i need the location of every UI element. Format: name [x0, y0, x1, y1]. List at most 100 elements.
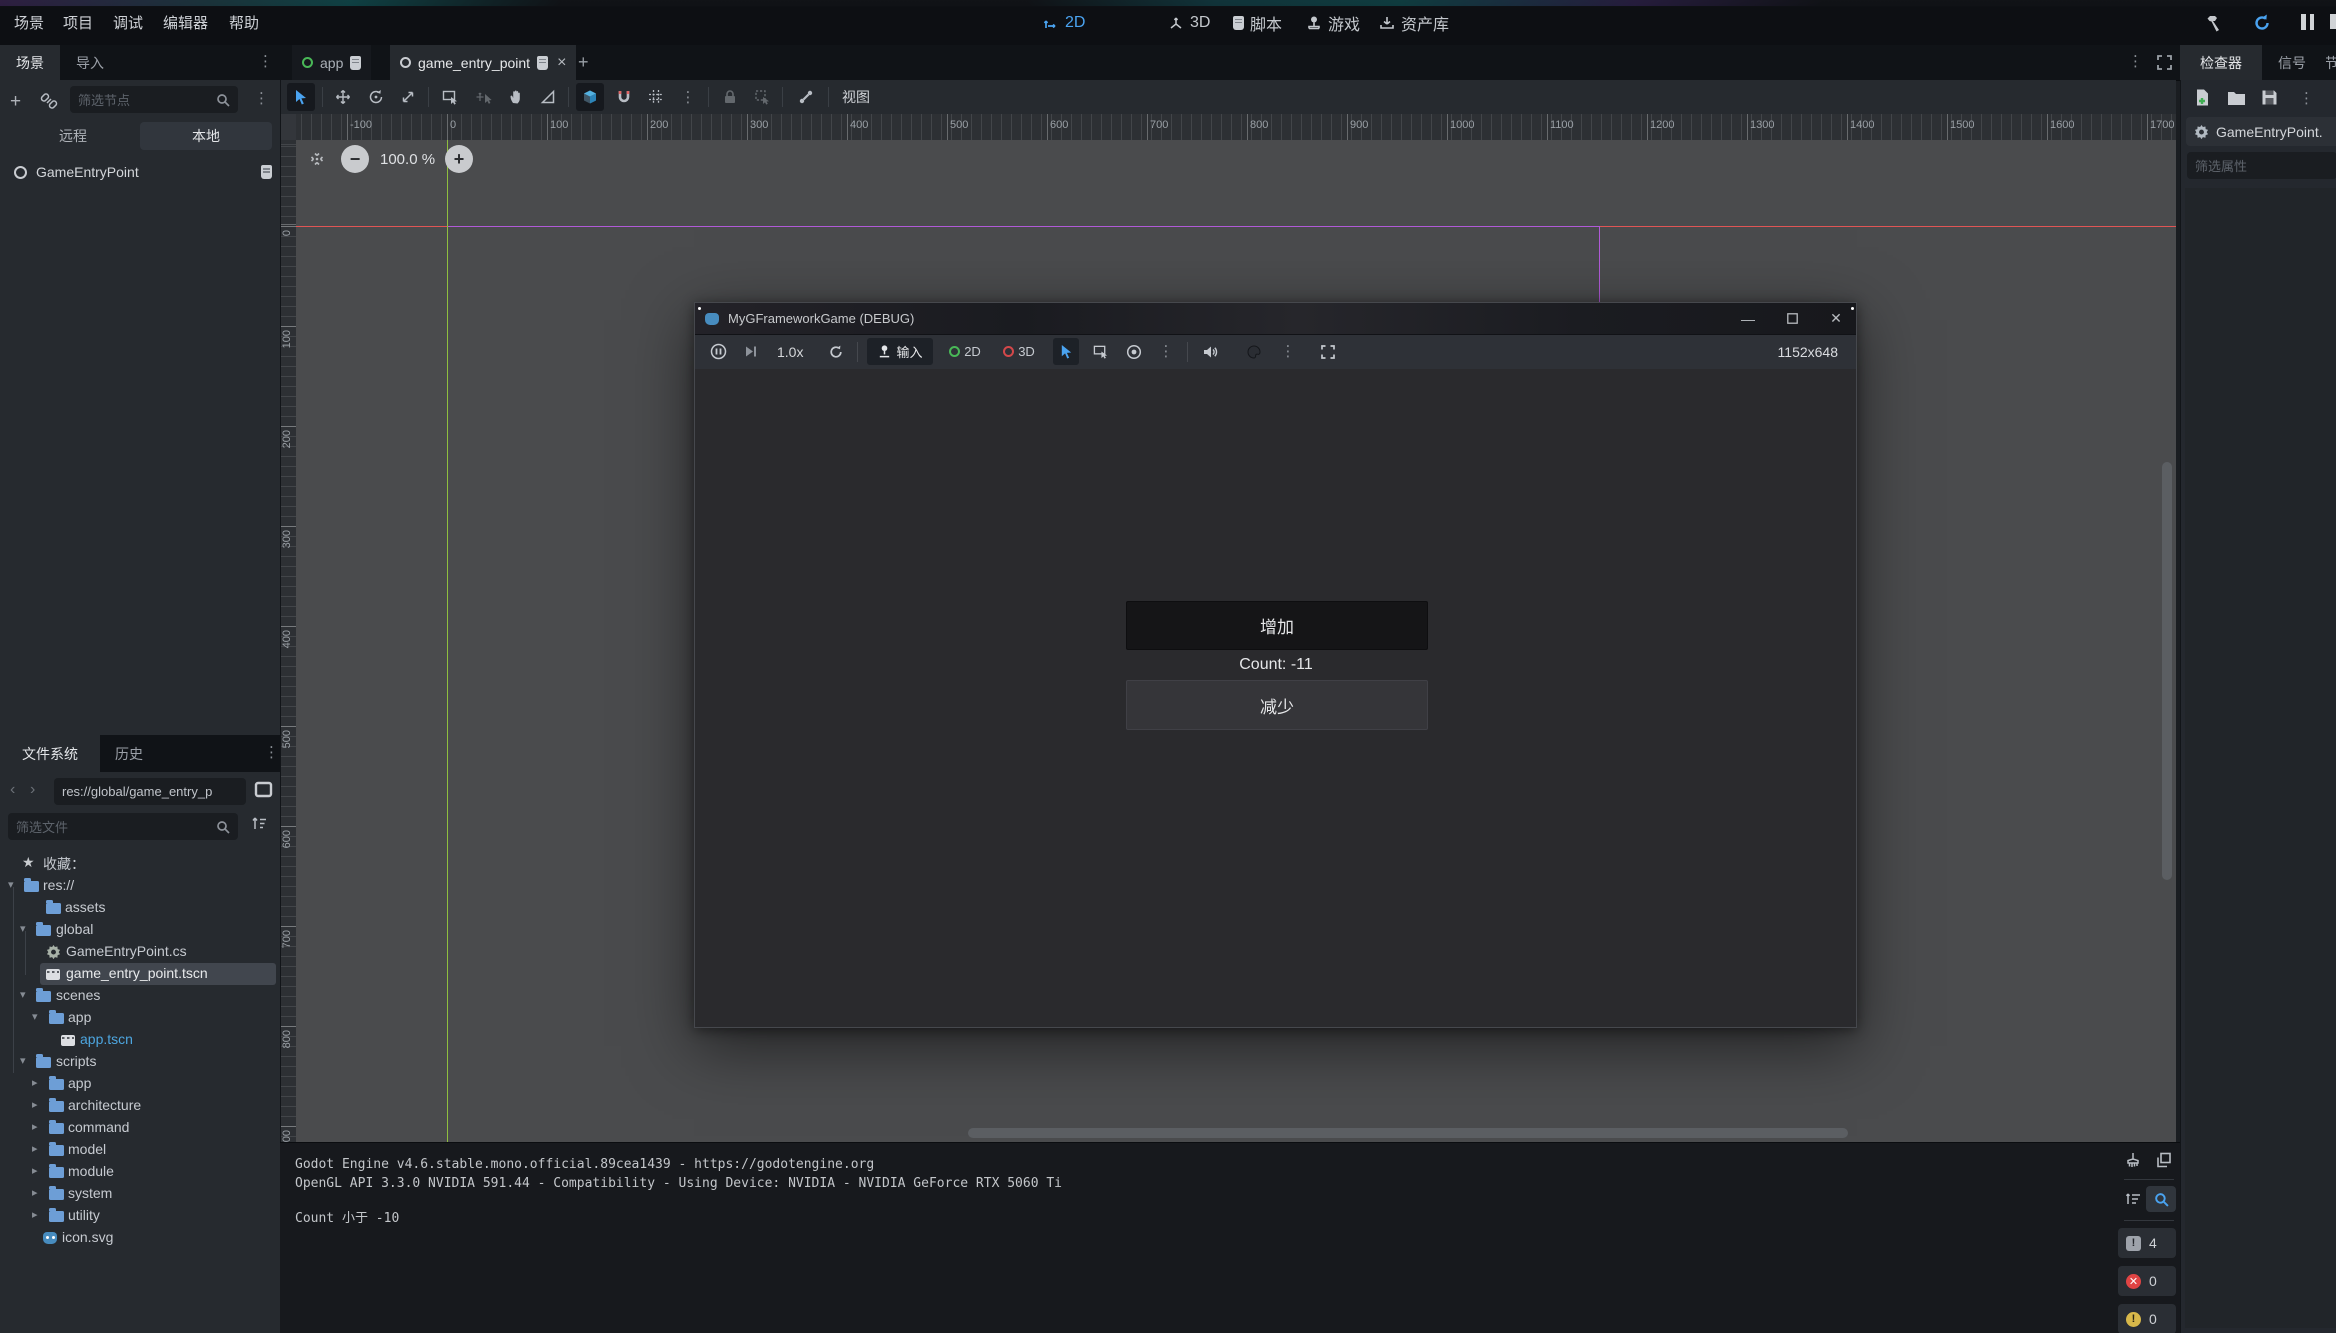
vertical-scrollbar[interactable]	[2162, 462, 2172, 880]
audio-icon[interactable]	[1197, 338, 1223, 365]
file-tree-item[interactable]: ▸app	[0, 1073, 280, 1095]
next-frame-icon[interactable]	[737, 338, 763, 365]
collapse-icon[interactable]: ▾	[32, 1010, 38, 1023]
file-tree-item[interactable]: ▾res://	[0, 875, 280, 897]
local-toggle[interactable]: 本地	[140, 122, 272, 150]
attached-script-icon[interactable]	[261, 165, 272, 179]
close-icon[interactable]: ×	[557, 54, 566, 72]
picking-mode-icon[interactable]	[1121, 338, 1147, 365]
stop-icon[interactable]	[2330, 14, 2336, 29]
expand-icon[interactable]: ▸	[32, 1186, 38, 1199]
path-field[interactable]: res://global/game_entry_p	[54, 778, 246, 805]
decrease-button[interactable]: 减少	[1126, 680, 1428, 730]
split-view-icon[interactable]	[254, 780, 273, 799]
workspace-2d-button[interactable]: 2D	[1043, 0, 1085, 45]
zoom-percent-label[interactable]: 100.0 %	[380, 151, 435, 168]
horizontal-scrollbar[interactable]	[968, 1128, 1848, 1138]
center-view-icon[interactable]	[308, 150, 326, 168]
file-tree-item[interactable]: assets	[0, 897, 280, 919]
minimize-button[interactable]: —	[1728, 303, 1768, 334]
file-tree-item[interactable]: ▸system	[0, 1183, 280, 1205]
filter-files-input[interactable]: 筛选文件	[8, 813, 238, 840]
move-tool[interactable]	[329, 83, 357, 111]
scene-dock-menu-icon[interactable]: ⋮	[254, 91, 269, 106]
scene-tabs-menu-icon[interactable]: ⋮	[258, 54, 273, 69]
tab-filesystem[interactable]: 文件系统	[0, 735, 100, 772]
file-tree-item[interactable]: ▾scenes	[0, 985, 280, 1007]
zoom-in-button[interactable]: +	[445, 145, 473, 173]
save-resource-icon[interactable]	[2261, 89, 2278, 106]
rotate-tool[interactable]	[362, 83, 390, 111]
2d-viewport-canvas[interactable]: − 100.0 % + MyGFrameworkGame (DEBUG) — ✕	[296, 140, 2176, 1142]
mode-2d-button[interactable]: 2D	[941, 338, 989, 365]
filter-nodes-input[interactable]: 筛选节点	[70, 86, 238, 113]
list-select-tool[interactable]	[436, 83, 464, 111]
warnings-filter-badge[interactable]: ! 0	[2118, 1304, 2176, 1333]
zoom-out-button[interactable]: −	[341, 145, 369, 173]
select-tool[interactable]	[287, 83, 315, 111]
favorites-header[interactable]: ★收藏：	[0, 852, 280, 874]
tab-history[interactable]: 历史	[104, 735, 154, 772]
output-search-toggle[interactable]	[2146, 1186, 2176, 1212]
move-selected-tool[interactable]	[470, 83, 498, 111]
file-tree-item[interactable]: ▾app	[0, 1007, 280, 1029]
new-scene-tab-button[interactable]: +	[578, 52, 589, 73]
expand-icon[interactable]: ▸	[32, 1208, 38, 1221]
scene-tab-game-entry-point[interactable]: game_entry_point ×	[390, 45, 576, 80]
increase-button[interactable]: 增加	[1126, 601, 1428, 650]
dock-tab-import[interactable]: 导入	[62, 45, 118, 80]
mode-3d-button[interactable]: 3D	[995, 338, 1043, 365]
file-tree-item[interactable]: ▸command	[0, 1117, 280, 1139]
fullscreen-icon[interactable]	[1315, 338, 1341, 365]
menu-scene[interactable]: 场景	[14, 0, 44, 45]
game-extra-menu-icon[interactable]: ⋮	[1275, 338, 1301, 365]
expand-icon[interactable]: ▸	[32, 1120, 38, 1133]
pause-icon[interactable]	[2301, 14, 2314, 30]
build-hammer-icon[interactable]	[2204, 13, 2224, 33]
dock-tab-node-clipped[interactable]: 节	[2326, 45, 2336, 80]
add-node-button[interactable]: +	[10, 91, 21, 113]
dock-tab-inspector[interactable]: 检查器	[2180, 45, 2262, 80]
file-tree-item[interactable]: ▸architecture	[0, 1095, 280, 1117]
expand-icon[interactable]: ▸	[32, 1142, 38, 1155]
resource-menu-icon[interactable]: ⋮	[2299, 91, 2314, 106]
filter-properties-input[interactable]: 筛选属性	[2187, 152, 2336, 179]
scene-tab-app[interactable]: app	[292, 45, 371, 80]
menu-debug[interactable]: 调试	[113, 0, 143, 45]
restart-icon[interactable]	[2252, 13, 2272, 33]
game-window-titlebar[interactable]: MyGFrameworkGame (DEBUG) — ✕	[695, 303, 1856, 335]
dock-tab-scene[interactable]: 场景	[0, 45, 60, 80]
script-icon[interactable]	[537, 56, 548, 70]
game-list-select-button[interactable]	[1087, 338, 1113, 365]
grid-toggle[interactable]	[642, 83, 670, 111]
game-select-mode-button[interactable]	[1053, 338, 1079, 365]
script-icon[interactable]	[350, 56, 361, 70]
game-mode-menu-icon[interactable]: ⋮	[1153, 338, 1179, 365]
file-tree-item[interactable]: GameEntryPoint.cs	[0, 941, 280, 963]
collapse-icon[interactable]: ▾	[20, 1054, 26, 1067]
game-zoom-label[interactable]: 1.0x	[777, 344, 803, 360]
sort-files-icon[interactable]	[250, 815, 268, 833]
scale-tool[interactable]	[394, 83, 422, 111]
smart-snap-toggle[interactable]	[576, 83, 604, 111]
remote-toggle[interactable]: 远程	[10, 122, 136, 150]
scene-tree-root-node[interactable]: GameEntryPoint	[14, 160, 272, 184]
input-mode-button[interactable]: 输入	[867, 338, 933, 365]
collapse-icon[interactable]: ▾	[8, 878, 14, 891]
file-tree-item[interactable]: ▸module	[0, 1161, 280, 1183]
file-tree-item[interactable]: ▸model	[0, 1139, 280, 1161]
errors-filter-badge[interactable]: ✕ 0	[2118, 1266, 2176, 1296]
nav-back-icon[interactable]: ‹	[10, 781, 15, 799]
collapse-icon[interactable]: ▾	[20, 922, 26, 935]
workspace-3d-button[interactable]: 3D	[1168, 0, 1210, 45]
file-tree-item[interactable]: ▸utility	[0, 1205, 280, 1227]
lock-button[interactable]	[716, 83, 744, 111]
load-resource-icon[interactable]	[2227, 90, 2246, 106]
ruler-tool[interactable]	[534, 83, 562, 111]
file-tree-item[interactable]: game_entry_point.tscn	[0, 963, 280, 985]
game-window[interactable]: MyGFrameworkGame (DEBUG) — ✕ 1.0x	[694, 302, 1857, 1028]
reset-zoom-icon[interactable]	[823, 338, 849, 365]
tabbar-overflow-icon[interactable]: ⋮	[2128, 54, 2143, 69]
grid-snap-toggle[interactable]	[610, 83, 638, 111]
dock-tab-signals[interactable]: 信号	[2266, 45, 2318, 80]
